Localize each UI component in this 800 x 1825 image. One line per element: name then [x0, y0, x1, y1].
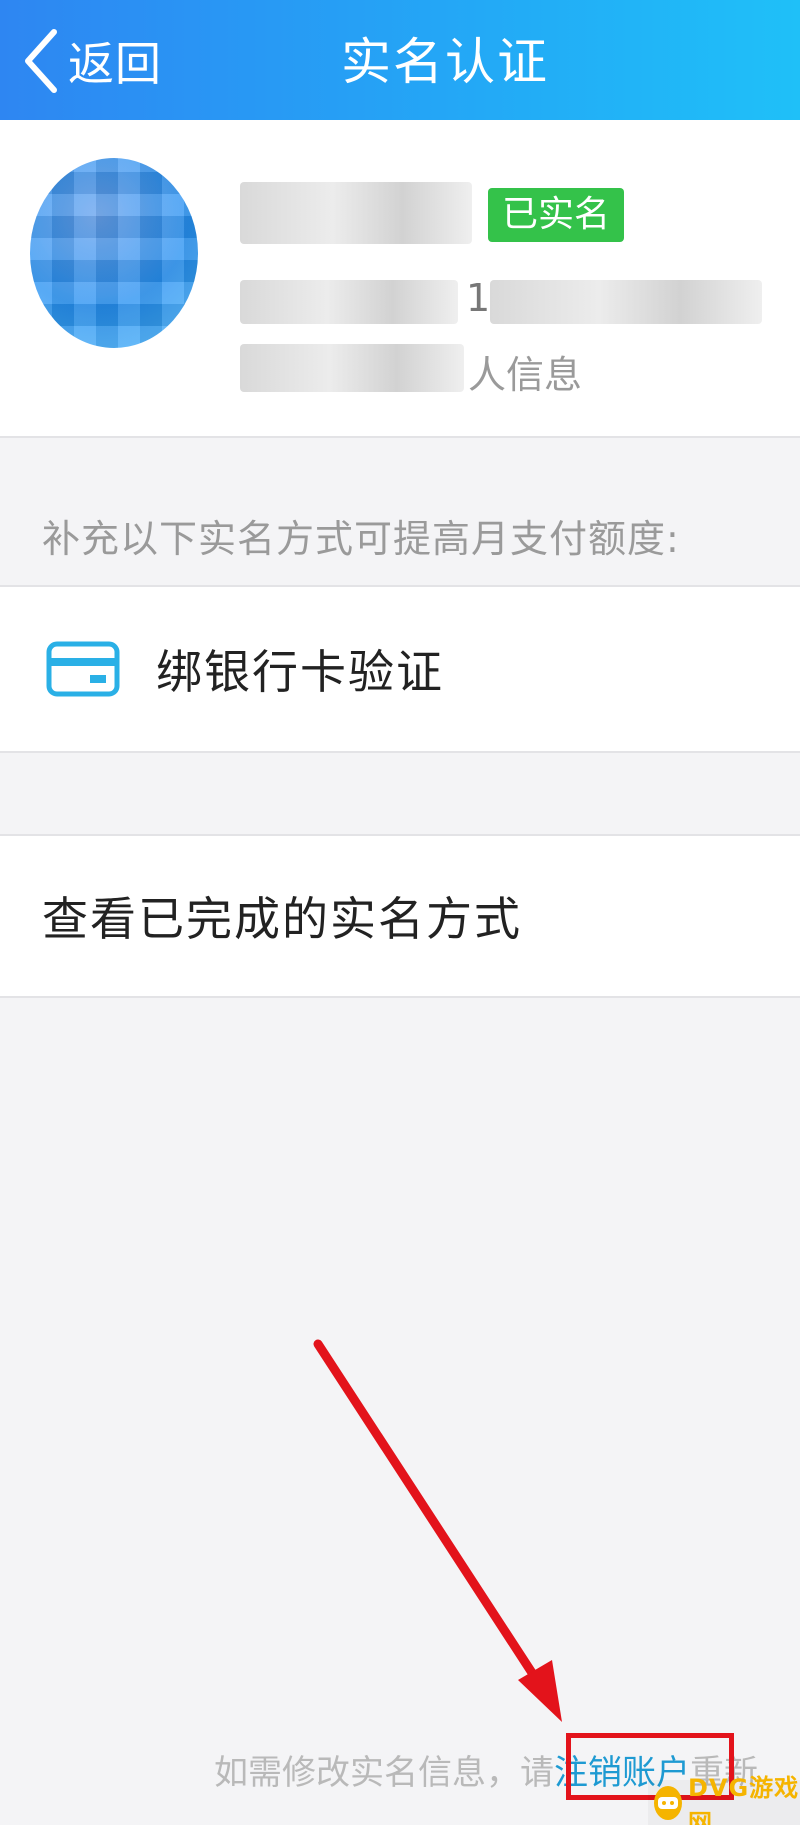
watermark-logo-icon — [654, 1785, 682, 1820]
status-badge: 已实名 — [488, 188, 625, 242]
page-title: 实名认证 — [341, 33, 549, 91]
bank-card-verify-label: 绑银行卡验证 — [156, 645, 444, 699]
footer-prefix: 如需修改实名信息，请 — [214, 1753, 554, 1793]
avatar — [30, 158, 198, 348]
blurred-id-right — [490, 280, 762, 324]
id-visible-char: 1 — [466, 276, 491, 320]
view-completed-methods-item[interactable]: 查看已完成的实名方式 — [0, 834, 800, 998]
blurred-id-left — [240, 280, 458, 324]
section-hint: 补充以下实名方式可提高月支付额度: — [42, 517, 680, 561]
watermark-text: DVG游戏网 — [687, 1773, 800, 1825]
profile-card: 已实名 1 人信息 — [0, 120, 800, 438]
watermark: DVG游戏网 — [648, 1774, 800, 1825]
bank-card-verify-item[interactable]: 绑银行卡验证 — [0, 585, 800, 753]
nav-header: 返回 实名认证 — [0, 0, 800, 120]
bank-card-icon — [46, 641, 120, 697]
blurred-name — [240, 182, 472, 244]
blurred-info — [240, 344, 464, 392]
view-completed-methods-label: 查看已完成的实名方式 — [42, 892, 522, 946]
info-label: 人信息 — [468, 353, 583, 397]
